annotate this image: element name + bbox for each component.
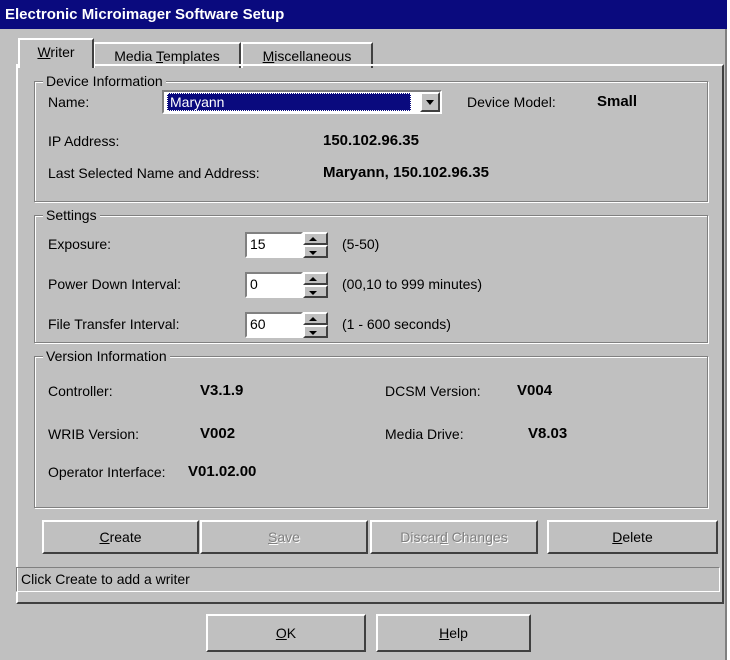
exposure-input[interactable]: 15 bbox=[245, 232, 303, 258]
device-model-label: Device Model: bbox=[467, 94, 556, 110]
exposure-increment-button[interactable] bbox=[303, 232, 328, 245]
name-label: Name: bbox=[48, 94, 90, 110]
dcsm-version-value: V004 bbox=[517, 382, 553, 399]
last-selected-value: Maryann, 150.102.96.35 bbox=[323, 164, 489, 181]
ip-address-value: 150.102.96.35 bbox=[323, 132, 419, 149]
power-down-increment-button[interactable] bbox=[303, 272, 328, 285]
dcsm-version-label: DCSM Version: bbox=[385, 383, 481, 399]
last-selected-label: Last Selected Name and Address: bbox=[48, 165, 260, 181]
wrib-version-label: WRIB Version: bbox=[48, 426, 140, 442]
media-drive-value: V8.03 bbox=[528, 425, 568, 442]
file-transfer-decrement-button[interactable] bbox=[303, 325, 328, 338]
controller-label: Controller: bbox=[48, 383, 113, 399]
discard-changes-button[interactable]: Discard Changes bbox=[370, 520, 538, 554]
file-transfer-spinner[interactable] bbox=[303, 312, 328, 338]
file-transfer-range: (1 - 600 seconds) bbox=[342, 316, 451, 332]
power-down-label: Power Down Interval: bbox=[48, 276, 182, 292]
media-drive-label: Media Drive: bbox=[385, 426, 464, 442]
down-arrow-icon bbox=[309, 331, 317, 335]
help-button[interactable]: Help bbox=[376, 614, 531, 652]
exposure-decrement-button[interactable] bbox=[303, 245, 328, 258]
dropdown-arrow-button[interactable] bbox=[420, 92, 440, 112]
power-down-range: (00,10 to 999 minutes) bbox=[342, 276, 483, 292]
exposure-label: Exposure: bbox=[48, 236, 112, 252]
settings-legend: Settings bbox=[43, 207, 100, 223]
setup-dialog: Electronic Microimager Software Setup Wr… bbox=[0, 0, 727, 660]
wrib-version-value: V002 bbox=[200, 425, 236, 442]
name-dropdown-value: Maryann bbox=[167, 93, 411, 111]
controller-value: V3.1.9 bbox=[200, 382, 244, 399]
file-transfer-increment-button[interactable] bbox=[303, 312, 328, 325]
ip-address-label: IP Address: bbox=[48, 133, 120, 149]
version-information-legend: Version Information bbox=[43, 348, 170, 364]
operator-interface-value: V01.02.00 bbox=[188, 463, 257, 480]
device-information-legend: Device Information bbox=[43, 73, 166, 89]
file-transfer-label: File Transfer Interval: bbox=[48, 316, 180, 332]
name-dropdown[interactable]: Maryann bbox=[162, 90, 442, 114]
operator-interface-label: Operator Interface: bbox=[48, 464, 166, 480]
status-bar: Click Create to add a writer bbox=[16, 567, 720, 592]
up-arrow-icon bbox=[309, 277, 317, 281]
exposure-spinner[interactable] bbox=[303, 232, 328, 258]
chevron-down-icon bbox=[426, 100, 434, 105]
file-transfer-input[interactable]: 60 bbox=[245, 312, 303, 338]
save-button[interactable]: Save bbox=[200, 520, 368, 554]
up-arrow-icon bbox=[309, 317, 317, 321]
exposure-range: (5-50) bbox=[342, 236, 380, 252]
power-down-decrement-button[interactable] bbox=[303, 285, 328, 298]
create-button[interactable]: Create bbox=[42, 520, 199, 554]
power-down-spinner[interactable] bbox=[303, 272, 328, 298]
power-down-input[interactable]: 0 bbox=[245, 272, 303, 298]
down-arrow-icon bbox=[309, 291, 317, 295]
window-title: Electronic Microimager Software Setup bbox=[0, 0, 727, 29]
down-arrow-icon bbox=[309, 251, 317, 255]
device-model-value: Small bbox=[597, 93, 638, 110]
tab-writer[interactable]: Writer bbox=[18, 38, 94, 68]
up-arrow-icon bbox=[309, 237, 317, 241]
ok-button[interactable]: OK bbox=[206, 614, 366, 652]
delete-button[interactable]: Delete bbox=[547, 520, 718, 554]
